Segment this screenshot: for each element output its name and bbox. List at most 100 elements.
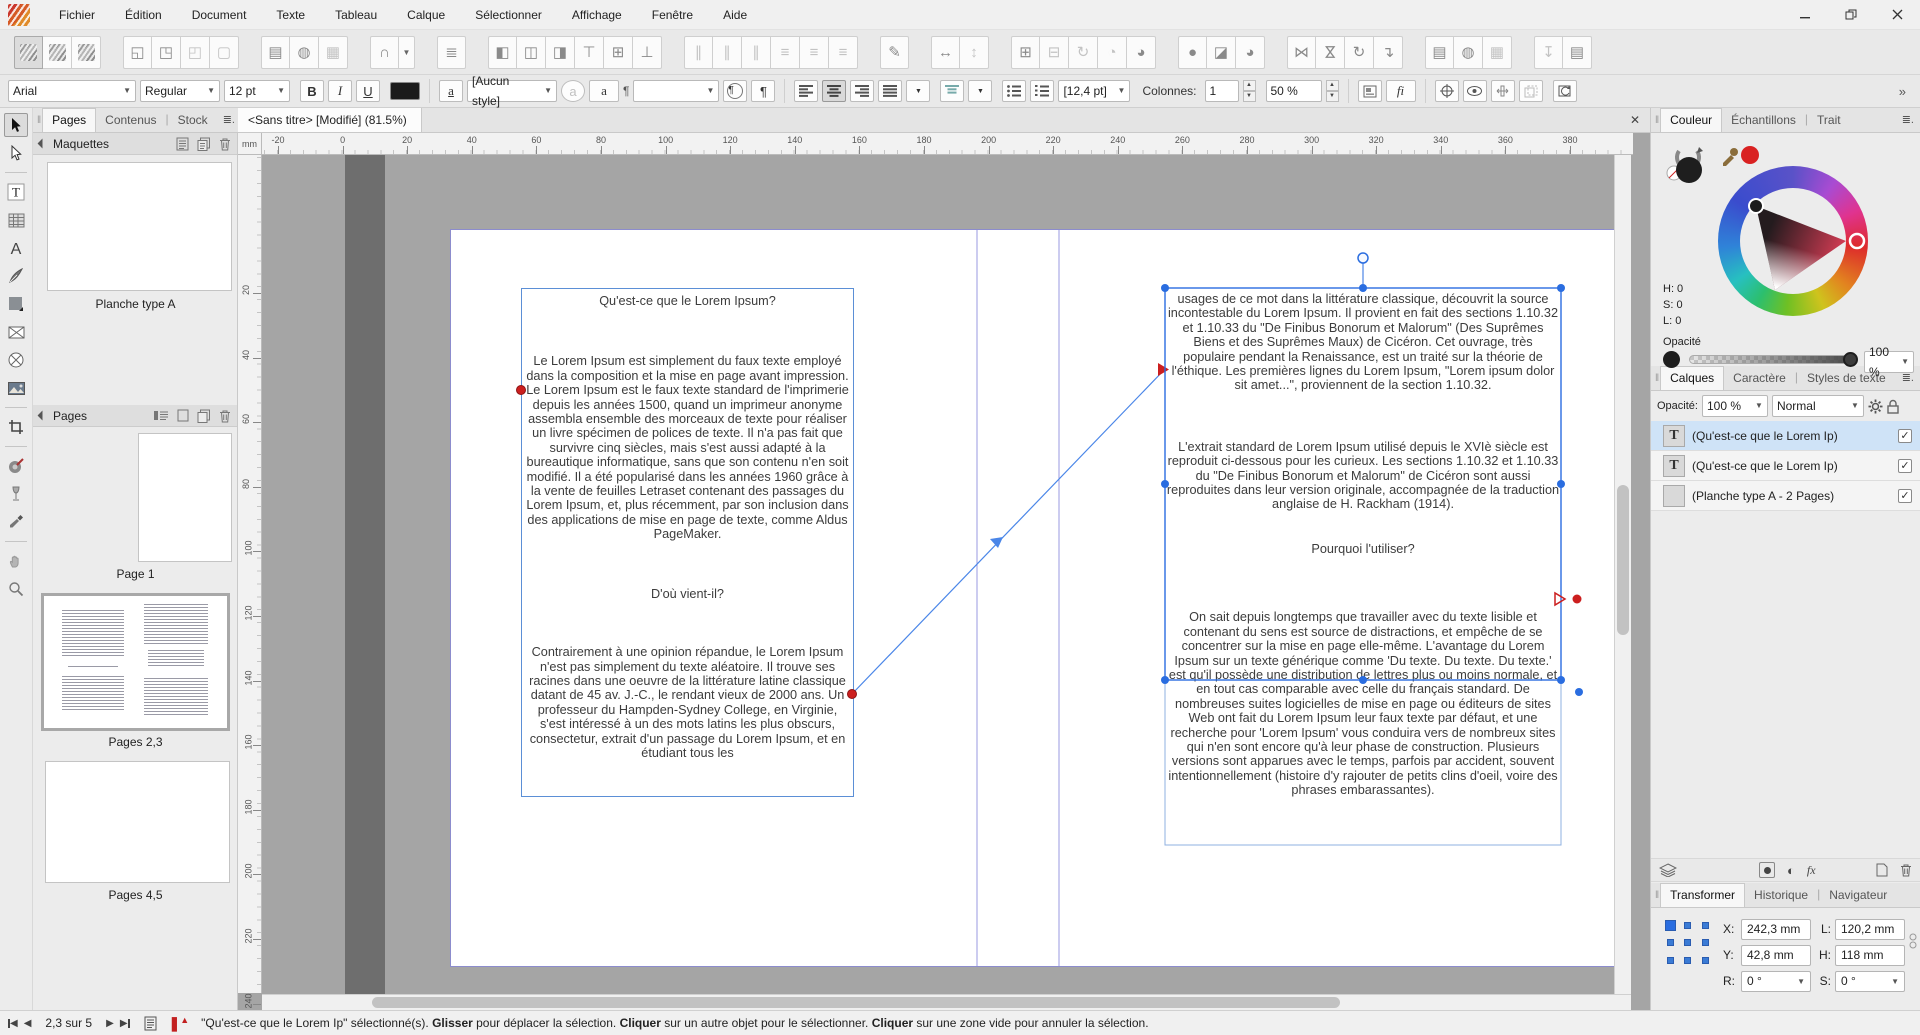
rotate-object-button[interactable]: ↻	[1345, 35, 1374, 69]
char-style-select[interactable]: [Aucun style] ▼	[467, 74, 557, 108]
tab-transformer[interactable]: Transformer	[1660, 883, 1746, 907]
rotate-text-button[interactable]: ↴	[1374, 35, 1403, 69]
collapse-triangle-icon[interactable]	[37, 138, 48, 149]
align-centers-horizontal-button[interactable]: ◫	[517, 35, 546, 69]
tab-pages[interactable]: Pages	[42, 108, 97, 132]
columns-input[interactable]: 1	[1204, 80, 1239, 102]
insert-pages-icon[interactable]	[154, 409, 169, 422]
bring-to-front-button[interactable]: ◱	[123, 35, 152, 69]
ligatures-button[interactable]: fi	[1385, 80, 1416, 102]
app-mode-layout-button[interactable]	[43, 35, 72, 69]
free-transform-button[interactable]	[1518, 80, 1543, 102]
tab-couleur[interactable]: Couleur	[1660, 108, 1723, 132]
new-master-icon[interactable]	[176, 137, 189, 151]
minimize-button[interactable]	[1782, 0, 1828, 30]
menu-fichier[interactable]: Fichier	[44, 0, 110, 30]
layer-row[interactable]: T (Qu'est-ce que le Lorem Ip) ✓	[1651, 421, 1920, 451]
toolbar-overflow-chevron[interactable]: »	[1899, 84, 1906, 99]
alert-icon[interactable]: ❚▲	[169, 1015, 190, 1032]
tab-historique[interactable]: Historique	[1745, 884, 1817, 907]
resize-handles-button[interactable]	[1490, 80, 1515, 102]
layer-row[interactable]: · (Planche type A - 2 Pages) ✓	[1651, 481, 1920, 511]
document-close-icon[interactable]: ✕	[1620, 113, 1650, 127]
zoom-stepper[interactable]: ▲ ▼	[1325, 80, 1339, 102]
layer-visibility-checkbox[interactable]: ✓	[1898, 458, 1912, 473]
color-swap-icon[interactable]	[1665, 143, 1711, 183]
para-style-select[interactable]: ▼	[633, 80, 720, 102]
wrap-none-button[interactable]: ▦	[1483, 35, 1512, 69]
space-vertical-button[interactable]: ↕	[960, 35, 989, 69]
vertical-scroll-thumb[interactable]	[1617, 485, 1629, 635]
text-frame-page3[interactable]: usages de ce mot dans la littérature cla…	[1165, 288, 1561, 845]
wrap-shape-button[interactable]: ▤	[1425, 35, 1454, 69]
character-tool[interactable]: A	[4, 236, 28, 260]
next-page-button[interactable]: ▶	[106, 1018, 114, 1029]
collapse-triangle-icon[interactable]	[37, 410, 48, 421]
page-remove-button[interactable]: ⊟	[1040, 35, 1069, 69]
glyph-button[interactable]: a	[589, 80, 619, 102]
tab-echantillons[interactable]: Échantillons	[1722, 109, 1805, 132]
eyedropper-tool[interactable]	[4, 510, 28, 534]
page-thumbnail-2-3[interactable]	[41, 593, 230, 731]
panel-grip[interactable]: ‖	[1651, 890, 1660, 907]
page-half-button[interactable]: ◔	[1098, 35, 1127, 69]
text-columns-button[interactable]: ≣	[437, 35, 466, 69]
page-add-button[interactable]: ⊞	[1011, 35, 1040, 69]
vertical-align-button[interactable]	[940, 80, 965, 102]
bold-button[interactable]: B	[300, 80, 324, 102]
menu-texte[interactable]: Texte	[261, 0, 320, 30]
rotation-select[interactable]: 0 ° ▼	[1741, 970, 1811, 992]
opacity-slider[interactable]	[1689, 352, 1858, 367]
distribute-left-button[interactable]: ∥	[684, 35, 713, 69]
height-input[interactable]: 118 mm	[1835, 944, 1905, 966]
gear-icon[interactable]	[1868, 399, 1883, 414]
reference-point-button[interactable]	[1434, 80, 1459, 102]
align-left-edges-button[interactable]: ◧	[488, 35, 517, 69]
text-flow-off-button[interactable]: ▦	[319, 35, 348, 69]
horizontal-scrollbar[interactable]	[262, 994, 1631, 1010]
tab-calques[interactable]: Calques	[1660, 366, 1725, 390]
vertical-align-dropdown[interactable]: ▼	[968, 80, 993, 102]
menu-affichage[interactable]: Affichage	[557, 0, 637, 30]
frame-ellipse-tool[interactable]	[4, 348, 28, 372]
menu-calque[interactable]: Calque	[392, 0, 460, 30]
underline-button[interactable]: U	[356, 80, 380, 102]
glass-tool[interactable]	[4, 482, 28, 506]
numbered-list-button[interactable]	[1030, 80, 1055, 102]
rectangle-tool[interactable]	[4, 292, 28, 316]
pages-section-header[interactable]: Pages	[33, 405, 237, 427]
snap-dropdown-button[interactable]: ▼	[399, 35, 415, 69]
new-layer-icon[interactable]	[1876, 863, 1888, 877]
menu-selectionner[interactable]: Sélectionner	[460, 0, 557, 30]
maquettes-section-header[interactable]: Maquettes	[33, 133, 237, 155]
link-dimensions-icon[interactable]	[1909, 932, 1917, 952]
new-page-icon[interactable]	[177, 409, 189, 422]
opacity-knob[interactable]	[1843, 352, 1858, 367]
bring-forward-button[interactable]: ◳	[152, 35, 181, 69]
app-mode-design-button[interactable]	[14, 35, 43, 69]
page-indicator[interactable]: 2,3 sur 5	[37, 1016, 100, 1030]
menu-document[interactable]: Document	[177, 0, 262, 30]
previous-page-button[interactable]: ◀	[24, 1018, 32, 1029]
tab-caractere[interactable]: Caractère	[1724, 367, 1795, 390]
align-justify-button[interactable]	[878, 80, 903, 102]
distribute-center-v-button[interactable]: ≡	[800, 35, 829, 69]
fill-dot-icon[interactable]	[1759, 862, 1775, 878]
paragraph-marks-button[interactable]: ¶	[751, 80, 776, 102]
text-tool[interactable]: T	[4, 180, 28, 204]
palette-tool[interactable]	[4, 454, 28, 478]
color-picker-icon[interactable]	[1721, 145, 1761, 167]
align-centers-vertical-button[interactable]: ⊞	[604, 35, 633, 69]
align-center-button[interactable]	[822, 80, 847, 102]
contrast-icon[interactable]: ◐	[1787, 863, 1795, 878]
preview-eye-button[interactable]	[1462, 80, 1487, 102]
text-flow-page-button[interactable]: ▤	[261, 35, 290, 69]
align-top-edges-button[interactable]: ⊤	[575, 35, 604, 69]
frame-x-tool[interactable]	[4, 320, 28, 344]
master-thumbnail[interactable]	[47, 162, 232, 291]
zoom-input[interactable]: 50 %	[1265, 80, 1322, 102]
show-invisibles-button[interactable]: ¶	[723, 80, 748, 102]
panel-grip[interactable]: ‖	[33, 115, 42, 132]
align-right-button[interactable]	[850, 80, 875, 102]
page-thumbnail-1[interactable]	[138, 433, 232, 562]
